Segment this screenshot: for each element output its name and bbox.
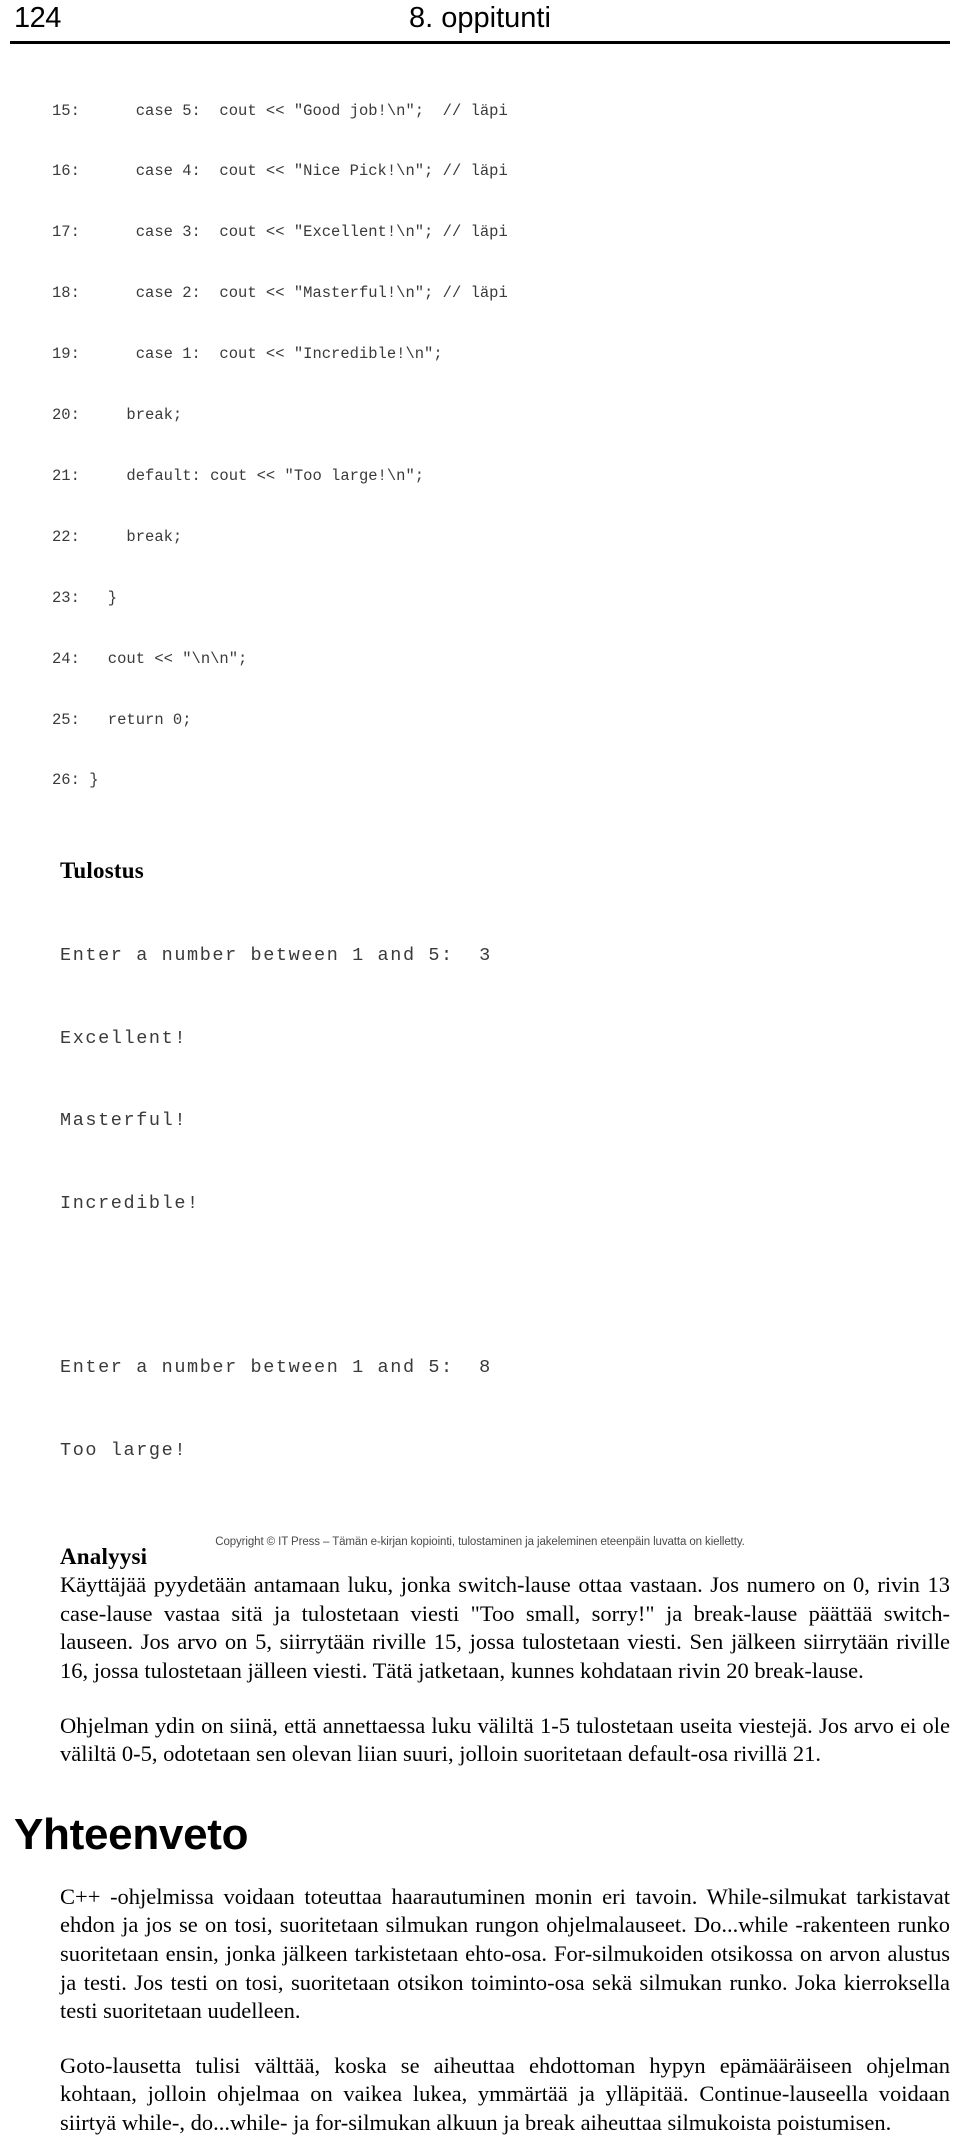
output-line: Incredible! [60,1192,200,1214]
output-line: Masterful! [60,1110,188,1132]
code-line: 18: case 2: cout << "Masterful!\n"; // l… [52,284,508,303]
code-line: 19: case 1: cout << "Incredible!\n"; [52,345,443,364]
code-line: 15: case 5: cout << "Good job!\n"; // lä… [52,101,508,120]
tulostus-heading: Tulostus [60,858,144,884]
code-line: 16: case 4: cout << "Nice Pick!\n"; // l… [52,162,508,181]
analyysi-paragraph-1: Käyttäjää pyydetään antamaan luku, jonka… [60,1572,950,1684]
output-blank-line [60,1272,960,1299]
output-line: Enter a number between 1 and 5: 8 [60,1357,492,1379]
code-line: 23: } [52,588,118,607]
code-listing: 15: case 5: cout << "Good job!\n"; // lä… [0,60,960,831]
analyysi-paragraph-2: Ohjelman ydin on siinä, että annettaessa… [60,1712,950,1767]
page-content: 15: case 5: cout << "Good job!\n"; // lä… [0,46,960,2138]
page-header: 124 8. oppitunti [0,0,960,46]
output-line: Too large! [60,1439,188,1461]
header-rule-divider [10,41,950,44]
code-line: 25: return 0; [52,710,192,729]
output-line: Enter a number between 1 and 5: 3 [60,945,492,967]
code-line: 22: break; [52,527,183,546]
yhteenveto-paragraph-1: C++ -ohjelmissa voidaan toteuttaa haarau… [60,1883,950,2024]
code-line: 20: break; [52,406,183,425]
yhteenveto-paragraph-2: Goto-lausetta tulisi välttää, koska se a… [60,2052,950,2135]
program-output-block: Enter a number between 1 and 5: 3 Excell… [0,887,960,1519]
footer-copyright: Copyright © IT Press – Tämän e-kirjan ko… [215,1536,745,1548]
code-line: 17: case 3: cout << "Excellent!\n"; // l… [52,223,508,242]
code-line: 21: default: cout << "Too large!\n"; [52,466,425,485]
code-line: 24: cout << "\n\n"; [52,649,248,668]
output-line: Excellent! [60,1027,188,1049]
code-line: 26: } [52,771,99,790]
running-title: 8. oppitunti [409,2,551,34]
yhteenveto-heading: Yhteenveto [14,1809,249,1859]
